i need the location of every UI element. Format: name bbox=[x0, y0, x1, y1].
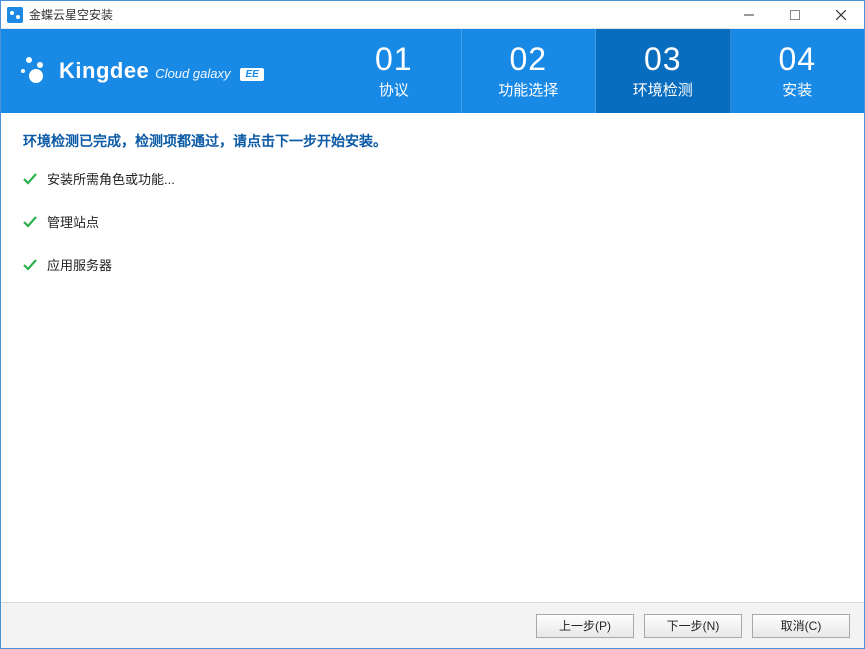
step-number: 03 bbox=[644, 43, 682, 75]
check-icon bbox=[23, 172, 37, 186]
step-environment-check[interactable]: 03 环境检测 bbox=[596, 29, 731, 113]
check-item: 管理站点 bbox=[23, 212, 842, 231]
window-controls bbox=[726, 1, 864, 29]
header: Kingdee Cloud galaxy EE 01 协议 02 功能选择 03… bbox=[1, 29, 864, 113]
close-button[interactable] bbox=[818, 1, 864, 29]
maximize-button[interactable] bbox=[772, 1, 818, 29]
step-label: 环境检测 bbox=[633, 79, 693, 100]
logo-icon bbox=[21, 55, 53, 87]
next-button[interactable]: 下一步(N) bbox=[644, 614, 742, 638]
step-number: 04 bbox=[778, 43, 816, 75]
step-features[interactable]: 02 功能选择 bbox=[462, 29, 597, 113]
logo-badge: EE bbox=[240, 68, 263, 81]
status-heading: 环境检测已完成，检测项都通过，请点击下一步开始安装。 bbox=[23, 131, 842, 151]
step-label: 协议 bbox=[379, 79, 409, 100]
check-item-label: 管理站点 bbox=[47, 212, 99, 231]
check-icon bbox=[23, 215, 37, 229]
step-label: 功能选择 bbox=[498, 79, 558, 100]
window-title: 金蝶云星空安装 bbox=[29, 6, 113, 23]
check-item-label: 应用服务器 bbox=[47, 255, 112, 274]
minimize-icon bbox=[744, 10, 754, 20]
titlebar: 金蝶云星空安装 bbox=[1, 1, 864, 29]
steps-nav: 01 协议 02 功能选择 03 环境检测 04 安装 bbox=[327, 29, 864, 113]
logo-brand: Kingdee bbox=[59, 58, 149, 84]
step-number: 01 bbox=[375, 43, 413, 75]
step-number: 02 bbox=[509, 43, 547, 75]
content-area: 环境检测已完成，检测项都通过，请点击下一步开始安装。 安装所需角色或功能... … bbox=[1, 113, 864, 602]
footer: 上一步(P) 下一步(N) 取消(C) bbox=[1, 602, 864, 648]
prev-button[interactable]: 上一步(P) bbox=[536, 614, 634, 638]
logo-text: Kingdee Cloud galaxy EE bbox=[59, 58, 264, 84]
check-item: 安装所需角色或功能... bbox=[23, 169, 842, 188]
check-icon bbox=[23, 258, 37, 272]
app-icon bbox=[7, 7, 23, 23]
logo-area: Kingdee Cloud galaxy EE bbox=[1, 29, 327, 113]
cancel-button[interactable]: 取消(C) bbox=[752, 614, 850, 638]
installer-window: 金蝶云星空安装 Kingdee Cloud galaxy EE bbox=[0, 0, 865, 649]
check-item-label: 安装所需角色或功能... bbox=[47, 169, 175, 188]
check-item: 应用服务器 bbox=[23, 255, 842, 274]
step-label: 安装 bbox=[782, 79, 812, 100]
maximize-icon bbox=[790, 10, 800, 20]
step-agreement[interactable]: 01 协议 bbox=[327, 29, 462, 113]
step-install[interactable]: 04 安装 bbox=[731, 29, 865, 113]
minimize-button[interactable] bbox=[726, 1, 772, 29]
logo-sub: Cloud galaxy bbox=[155, 66, 230, 81]
close-icon bbox=[836, 10, 846, 20]
